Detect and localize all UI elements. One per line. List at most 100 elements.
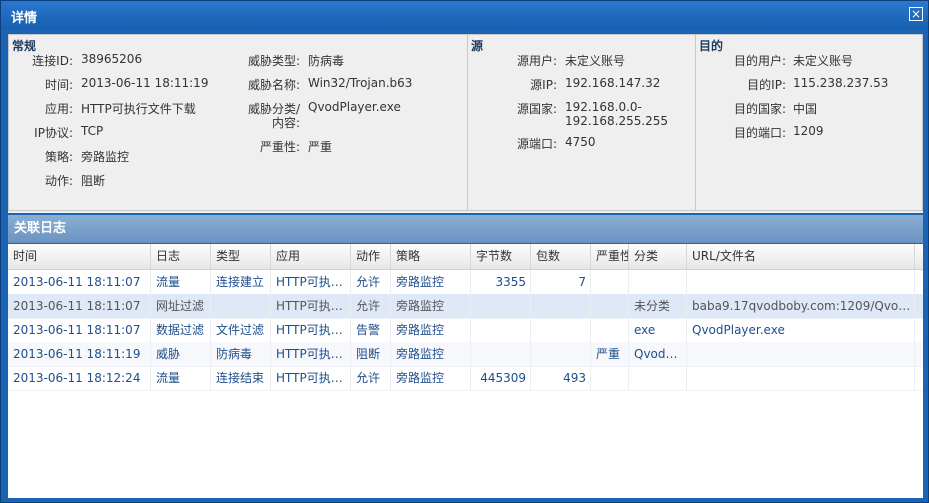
field-value: 阻断 xyxy=(81,174,106,188)
table-header: 时间 日志 类型 应用 动作 策略 字节数 包数 严重性 分类 URL/文件名 xyxy=(8,244,923,270)
table-cell: QvodPlayer.exe xyxy=(687,318,915,342)
field-value: TCP xyxy=(81,124,104,138)
close-icon[interactable]: × xyxy=(909,7,923,21)
related-logs-header: 关联日志 xyxy=(8,215,923,243)
window-title: 详情 xyxy=(11,11,38,26)
details-window: 详情 × 常规 连接ID: 38965206 时间: 2013-06-11 18:11… xyxy=(0,0,929,503)
title-bar: 详情 × xyxy=(1,1,928,29)
table-cell: 严重 xyxy=(591,342,629,366)
source-group: 源 源用户: 未定义账号 源IP: 192.168.147.32 源国家: 192.168… xyxy=(467,34,696,211)
column-header[interactable]: 时间 xyxy=(8,244,151,269)
column-header[interactable]: 分类 xyxy=(629,244,687,269)
table-row[interactable]: 2013-06-11 18:11:07网址过滤 HTTP可执行文件下载允许旁路监控… xyxy=(8,294,923,319)
table-row[interactable]: 2013-06-11 18:11:07数据过滤文件过滤HTTP可执行文件下载告警… xyxy=(8,318,923,343)
field-value: 未定义账号 xyxy=(793,54,854,68)
table-cell: 流量 xyxy=(151,366,211,390)
field-value: 中国 xyxy=(793,102,818,116)
table-cell: 威胁 xyxy=(151,342,211,366)
field-value: 192.168.0.0- xyxy=(565,100,642,114)
table-cell: HTTP可执行文件下载 xyxy=(271,366,351,390)
field-value: 4750 xyxy=(565,135,596,149)
related-logs-table: 时间 日志 类型 应用 动作 策略 字节数 包数 严重性 分类 URL/文件名 2013-06-11… xyxy=(8,244,923,498)
field-label: 连接ID: xyxy=(32,54,73,68)
table-cell: 旁路监控 xyxy=(391,366,471,390)
field-label: 源国家: xyxy=(516,102,557,116)
details-panel: 常规 连接ID: 38965206 时间: 2013-06-11 18:11:19 应用… xyxy=(8,34,923,213)
field-label: 目的国家: xyxy=(733,102,786,116)
field-label: 源用户: xyxy=(516,54,557,68)
table-cell: 数据过滤 xyxy=(151,318,211,342)
field-label: 应用: xyxy=(44,102,73,116)
table-cell xyxy=(591,270,629,294)
table-cell xyxy=(687,342,915,366)
table-cell: 旁路监控 xyxy=(391,270,471,294)
table-cell xyxy=(531,294,591,318)
table-cell xyxy=(687,366,915,390)
field-value: 192.168.147.32 xyxy=(565,76,661,90)
field-label: IP协议: xyxy=(34,126,73,140)
table-cell: 旁路监控 xyxy=(391,342,471,366)
field-value: 1209 xyxy=(793,124,824,138)
table-cell xyxy=(591,318,629,342)
table-cell: 允许 xyxy=(351,270,391,294)
table-cell xyxy=(471,294,531,318)
table-cell xyxy=(211,294,271,318)
column-header[interactable]: 应用 xyxy=(271,244,351,269)
table-cell xyxy=(591,294,629,318)
table-cell: 未分类 xyxy=(629,294,687,318)
table-cell: exe xyxy=(629,318,687,342)
table-cell xyxy=(531,342,591,366)
column-header[interactable]: 策略 xyxy=(391,244,471,269)
column-header[interactable]: 字节数 xyxy=(471,244,531,269)
field-value: 115.238.237.53 xyxy=(793,76,889,90)
field-value: Win32/Trojan.b63 xyxy=(308,76,413,90)
column-header[interactable]: 严重性 xyxy=(591,244,629,269)
table-cell: 7 xyxy=(531,270,591,294)
table-cell: HTTP可执行文件下载 xyxy=(271,294,351,318)
field-value: 38965206 xyxy=(81,52,143,66)
table-cell xyxy=(687,270,915,294)
column-header[interactable]: 日志 xyxy=(151,244,211,269)
table-cell: 2013-06-11 18:11:07 xyxy=(8,318,151,342)
table-row[interactable]: 2013-06-11 18:11:19威胁防病毒HTTP可执行文件下载阻断旁路监… xyxy=(8,342,923,367)
field-value: 严重 xyxy=(308,140,333,154)
table-cell: HTTP可执行文件下载 xyxy=(271,318,351,342)
field-value: QvodPlayer.exe xyxy=(308,100,401,114)
field-label: 动作: xyxy=(44,174,73,188)
table-cell: 2013-06-11 18:11:07 xyxy=(8,294,151,318)
column-header[interactable]: 包数 xyxy=(531,244,591,269)
table-cell xyxy=(629,270,687,294)
table-cell: 2013-06-11 18:11:19 xyxy=(8,342,151,366)
column-header[interactable]: 类型 xyxy=(211,244,271,269)
column-header[interactable]: URL/文件名 xyxy=(687,244,915,269)
field-value: 防病毒 xyxy=(308,54,345,68)
field-value: 2013-06-11 18:11:19 xyxy=(81,76,209,90)
table-cell: 旁路监控 xyxy=(391,318,471,342)
table-cell: 允许 xyxy=(351,366,391,390)
table-cell: 防病毒 xyxy=(211,342,271,366)
field-value: 未定义账号 xyxy=(565,54,626,68)
table-cell xyxy=(531,318,591,342)
table-cell: 445309 xyxy=(471,366,531,390)
table-cell: 3355 xyxy=(471,270,531,294)
table-cell: 2013-06-11 18:12:24 xyxy=(8,366,151,390)
field-label: 威胁类型: xyxy=(247,54,300,68)
field-label: 时间: xyxy=(44,78,73,92)
field-label: 严重性: xyxy=(259,140,300,154)
dest-group: 目的 目的用户: 未定义账号 目的IP: 115.238.237.53 目的国家: 中国目… xyxy=(695,34,923,211)
table-row[interactable]: 2013-06-11 18:12:24流量连接结束HTTP可执行文件下载允许旁路… xyxy=(8,366,923,391)
field-label: 源IP: xyxy=(530,78,557,92)
table-cell: HTTP可执行文件下载 xyxy=(271,342,351,366)
table-cell: 允许 xyxy=(351,294,391,318)
field-label: 源端口: xyxy=(516,137,557,151)
table-cell: 旁路监控 xyxy=(391,294,471,318)
column-header[interactable]: 动作 xyxy=(351,244,391,269)
table-cell: 2013-06-11 18:11:07 xyxy=(8,270,151,294)
table-cell: 流量 xyxy=(151,270,211,294)
table-row[interactable]: 2013-06-11 18:11:07流量连接建立HTTP可执行文件下载允许旁路… xyxy=(8,270,923,295)
field-label: 策略: xyxy=(44,150,73,164)
field-label: 目的用户: xyxy=(733,54,786,68)
table-cell xyxy=(471,342,531,366)
table-cell: baba9.17qvodboby.com:1209/QvodPlayer.exe xyxy=(687,294,915,318)
table-cell: 493 xyxy=(531,366,591,390)
